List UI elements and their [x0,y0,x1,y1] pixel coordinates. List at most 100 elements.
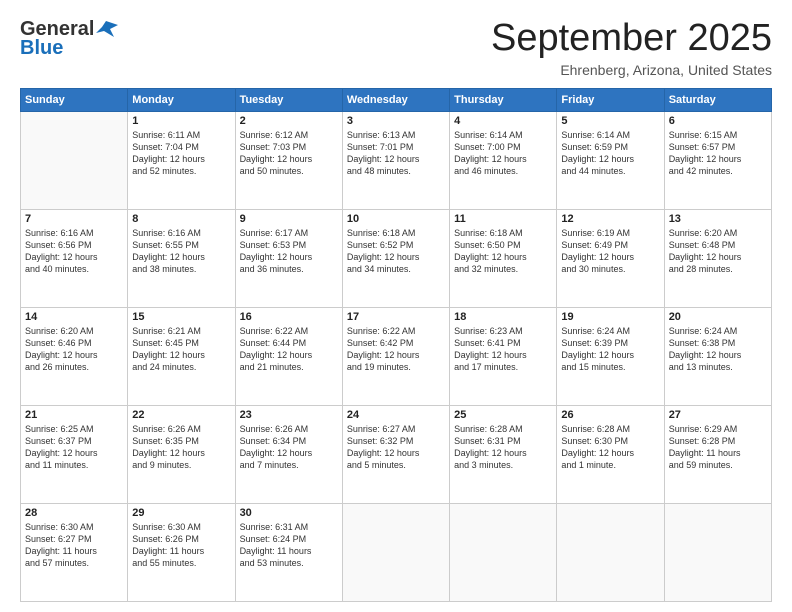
table-row: 30 Sunrise: 6:31 AM Sunset: 6:24 PM Dayli… [235,503,342,601]
calendar-table: Sunday Monday Tuesday Wednesday Thursday… [20,88,772,602]
day-number: 7 [25,213,123,225]
day-info: Sunrise: 6:24 AM Sunset: 6:38 PM Dayligh… [669,325,767,374]
day-info: Sunrise: 6:15 AM Sunset: 6:57 PM Dayligh… [669,129,767,178]
col-tuesday: Tuesday [235,88,342,111]
day-number: 11 [454,213,552,225]
day-info: Sunrise: 6:28 AM Sunset: 6:30 PM Dayligh… [561,423,659,472]
day-info: Sunrise: 6:22 AM Sunset: 6:44 PM Dayligh… [240,325,338,374]
col-thursday: Thursday [450,88,557,111]
col-monday: Monday [128,88,235,111]
day-info: Sunrise: 6:20 AM Sunset: 6:46 PM Dayligh… [25,325,123,374]
day-number: 21 [25,409,123,421]
col-friday: Friday [557,88,664,111]
calendar-week-row: 28 Sunrise: 6:30 AM Sunset: 6:27 PM Dayli… [21,503,772,601]
day-number: 4 [454,115,552,127]
day-info: Sunrise: 6:28 AM Sunset: 6:31 PM Dayligh… [454,423,552,472]
table-row: 16 Sunrise: 6:22 AM Sunset: 6:44 PM Dayli… [235,307,342,405]
table-row: 29 Sunrise: 6:30 AM Sunset: 6:26 PM Dayli… [128,503,235,601]
day-info: Sunrise: 6:21 AM Sunset: 6:45 PM Dayligh… [132,325,230,374]
calendar-header-row: Sunday Monday Tuesday Wednesday Thursday… [21,88,772,111]
col-saturday: Saturday [664,88,771,111]
table-row [557,503,664,601]
month-title: September 2025 [491,18,772,60]
day-number: 12 [561,213,659,225]
day-number: 14 [25,311,123,323]
day-number: 19 [561,311,659,323]
day-number: 25 [454,409,552,421]
table-row: 7 Sunrise: 6:16 AM Sunset: 6:56 PM Daylig… [21,209,128,307]
day-info: Sunrise: 6:24 AM Sunset: 6:39 PM Dayligh… [561,325,659,374]
col-sunday: Sunday [21,88,128,111]
table-row: 2 Sunrise: 6:12 AM Sunset: 7:03 PM Daylig… [235,111,342,209]
table-row: 19 Sunrise: 6:24 AM Sunset: 6:39 PM Dayli… [557,307,664,405]
calendar-week-row: 7 Sunrise: 6:16 AM Sunset: 6:56 PM Daylig… [21,209,772,307]
calendar-week-row: 21 Sunrise: 6:25 AM Sunset: 6:37 PM Dayli… [21,405,772,503]
day-number: 9 [240,213,338,225]
day-info: Sunrise: 6:27 AM Sunset: 6:32 PM Dayligh… [347,423,445,472]
day-info: Sunrise: 6:23 AM Sunset: 6:41 PM Dayligh… [454,325,552,374]
day-info: Sunrise: 6:12 AM Sunset: 7:03 PM Dayligh… [240,129,338,178]
table-row: 27Sunrise: 6:29 AM Sunset: 6:28 PM Dayli… [664,405,771,503]
day-number: 20 [669,311,767,323]
day-number: 27 [669,409,767,421]
day-number: 13 [669,213,767,225]
day-info: Sunrise: 6:26 AM Sunset: 6:35 PM Dayligh… [132,423,230,472]
table-row [342,503,449,601]
day-info: Sunrise: 6:13 AM Sunset: 7:01 PM Dayligh… [347,129,445,178]
table-row: 15 Sunrise: 6:21 AM Sunset: 6:45 PM Dayli… [128,307,235,405]
logo: General Blue [20,18,118,60]
table-row: 12 Sunrise: 6:19 AM Sunset: 6:49 PM Dayli… [557,209,664,307]
day-number: 1 [132,115,230,127]
logo-blue: Blue [20,37,63,60]
day-info: Sunrise: 6:30 AM Sunset: 6:26 PM Dayligh… [132,521,230,570]
location: Ehrenberg, Arizona, United States [491,62,772,78]
day-info: Sunrise: 6:17 AM Sunset: 6:53 PM Dayligh… [240,227,338,276]
table-row: 25 Sunrise: 6:28 AM Sunset: 6:31 PM Dayli… [450,405,557,503]
table-row: 21 Sunrise: 6:25 AM Sunset: 6:37 PM Dayli… [21,405,128,503]
table-row: 11 Sunrise: 6:18 AM Sunset: 6:50 PM Dayli… [450,209,557,307]
table-row: 8 Sunrise: 6:16 AM Sunset: 6:55 PM Daylig… [128,209,235,307]
table-row: 6Sunrise: 6:15 AM Sunset: 6:57 PM Daylig… [664,111,771,209]
table-row: 3 Sunrise: 6:13 AM Sunset: 7:01 PM Daylig… [342,111,449,209]
calendar-week-row: 1 Sunrise: 6:11 AM Sunset: 7:04 PM Daylig… [21,111,772,209]
day-number: 28 [25,507,123,519]
day-number: 3 [347,115,445,127]
day-info: Sunrise: 6:22 AM Sunset: 6:42 PM Dayligh… [347,325,445,374]
day-number: 18 [454,311,552,323]
day-number: 15 [132,311,230,323]
table-row [450,503,557,601]
day-number: 17 [347,311,445,323]
day-number: 10 [347,213,445,225]
table-row: 5Sunrise: 6:14 AM Sunset: 6:59 PM Daylig… [557,111,664,209]
table-row: 23Sunrise: 6:26 AM Sunset: 6:34 PM Dayli… [235,405,342,503]
day-info: Sunrise: 6:11 AM Sunset: 7:04 PM Dayligh… [132,129,230,178]
table-row: 28 Sunrise: 6:30 AM Sunset: 6:27 PM Dayli… [21,503,128,601]
day-info: Sunrise: 6:18 AM Sunset: 6:50 PM Dayligh… [454,227,552,276]
table-row: 4 Sunrise: 6:14 AM Sunset: 7:00 PM Daylig… [450,111,557,209]
day-number: 16 [240,311,338,323]
day-number: 23 [240,409,338,421]
col-wednesday: Wednesday [342,88,449,111]
day-number: 29 [132,507,230,519]
day-info: Sunrise: 6:16 AM Sunset: 6:55 PM Dayligh… [132,227,230,276]
day-info: Sunrise: 6:16 AM Sunset: 6:56 PM Dayligh… [25,227,123,276]
table-row: 17 Sunrise: 6:22 AM Sunset: 6:42 PM Dayli… [342,307,449,405]
table-row: 20 Sunrise: 6:24 AM Sunset: 6:38 PM Dayli… [664,307,771,405]
day-info: Sunrise: 6:14 AM Sunset: 7:00 PM Dayligh… [454,129,552,178]
day-info: Sunrise: 6:20 AM Sunset: 6:48 PM Dayligh… [669,227,767,276]
day-number: 30 [240,507,338,519]
day-info: Sunrise: 6:30 AM Sunset: 6:27 PM Dayligh… [25,521,123,570]
table-row: 24Sunrise: 6:27 AM Sunset: 6:32 PM Dayli… [342,405,449,503]
day-info: Sunrise: 6:25 AM Sunset: 6:37 PM Dayligh… [25,423,123,472]
day-info: Sunrise: 6:19 AM Sunset: 6:49 PM Dayligh… [561,227,659,276]
day-number: 8 [132,213,230,225]
day-info: Sunrise: 6:31 AM Sunset: 6:24 PM Dayligh… [240,521,338,570]
table-row: 10 Sunrise: 6:18 AM Sunset: 6:52 PM Dayli… [342,209,449,307]
title-section: September 2025 Ehrenberg, Arizona, Unite… [491,18,772,78]
day-number: 2 [240,115,338,127]
page: General Blue September 2025 Ehrenberg, A… [0,0,792,612]
table-row: 9 Sunrise: 6:17 AM Sunset: 6:53 PM Daylig… [235,209,342,307]
header: General Blue September 2025 Ehrenberg, A… [20,18,772,78]
day-info: Sunrise: 6:18 AM Sunset: 6:52 PM Dayligh… [347,227,445,276]
table-row: 26Sunrise: 6:28 AM Sunset: 6:30 PM Dayli… [557,405,664,503]
